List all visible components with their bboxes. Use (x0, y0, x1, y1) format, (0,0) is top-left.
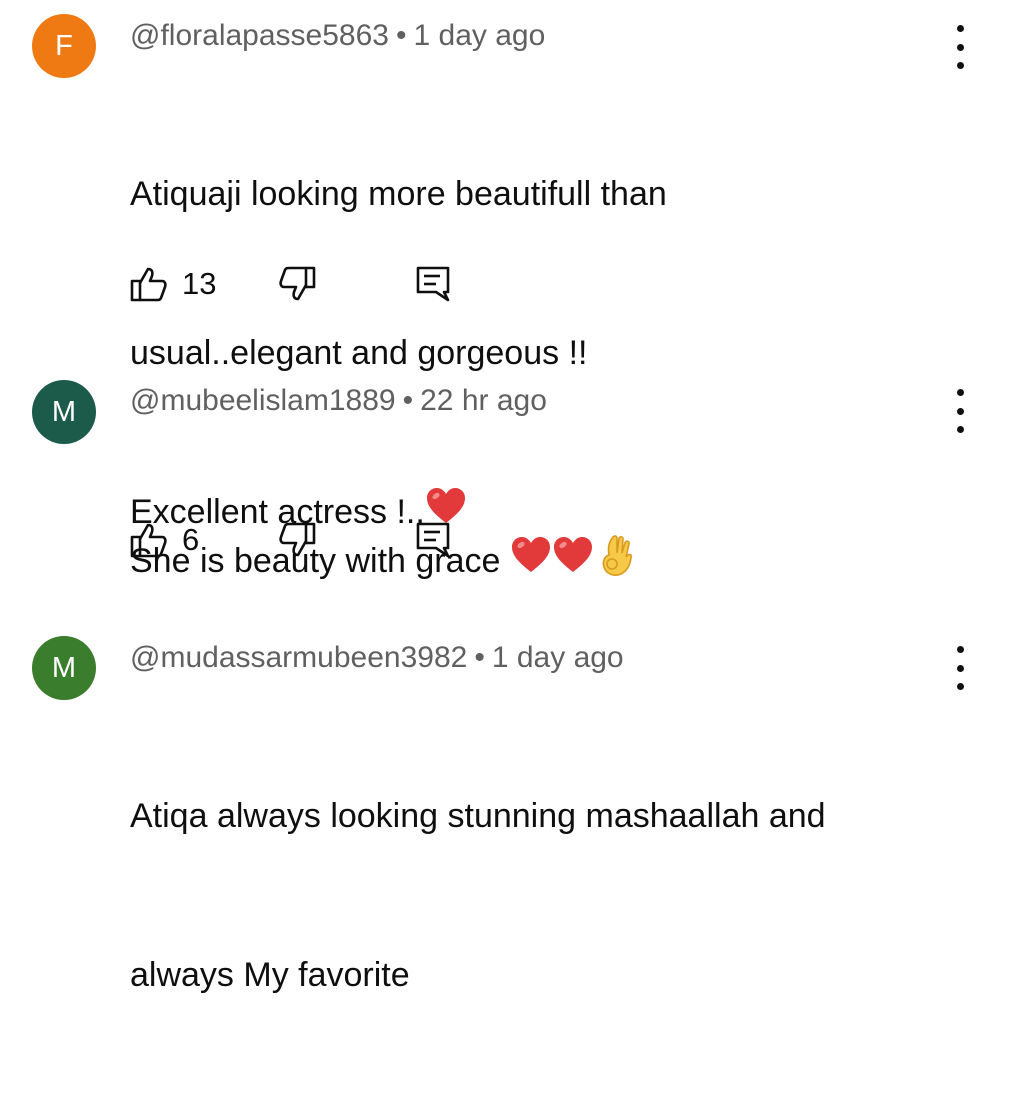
reply-icon (414, 264, 454, 304)
comment-author[interactable]: @mudassarmubeen3982 (130, 641, 467, 674)
comment-time[interactable]: 1 day ago (492, 641, 624, 674)
more-dot (956, 389, 964, 396)
comment-time[interactable]: 1 day ago (413, 19, 545, 52)
thumbs-down-icon (278, 520, 318, 560)
comment-line: Atiqa always looking stunning mashaallah… (130, 797, 826, 835)
dislike-button[interactable] (278, 262, 318, 306)
more-dot (956, 407, 964, 415)
comment-meta: @mudassarmubeen3982 • 1 day ago (130, 640, 624, 676)
more-dot (956, 25, 964, 32)
like-count: 6 (182, 522, 200, 557)
more-dot (956, 426, 964, 433)
meta-separator: • (402, 384, 414, 417)
more-dot (956, 62, 964, 69)
comment-meta: @floralapasse5863 • 1 day ago (130, 18, 545, 54)
thumbs-up-icon (128, 520, 168, 560)
meta-separator: • (395, 19, 407, 52)
more-dot (956, 646, 964, 653)
avatar[interactable]: M (32, 636, 96, 700)
dislike-button[interactable] (278, 518, 318, 562)
avatar-letter: M (51, 651, 77, 684)
avatar[interactable]: M (32, 380, 96, 444)
comment-text: Atiqa always looking stunning mashaallah… (130, 684, 930, 1108)
avatar-letter: F (55, 29, 73, 62)
like-button[interactable]: 13 (128, 262, 216, 306)
comment-time[interactable]: 22 hr ago (420, 384, 547, 417)
thumbs-up-icon (128, 264, 168, 304)
comment-meta: @mubeelislam1889 • 22 hr ago (130, 383, 547, 419)
avatar[interactable]: F (32, 14, 96, 78)
red-heart-icon (510, 535, 552, 591)
ok-hand-icon (600, 533, 634, 593)
reply-button[interactable] (414, 262, 454, 306)
comment-line: usual..elegant and gorgeous !! (130, 334, 588, 372)
like-count: 13 (182, 266, 217, 301)
comment-line: always My favorite (130, 956, 410, 994)
reply-icon (414, 520, 454, 560)
more-dot (956, 664, 964, 672)
comment-author[interactable]: @mubeelislam1889 (130, 384, 396, 417)
comment-author[interactable]: @floralapasse5863 (130, 19, 389, 52)
avatar-letter: M (51, 395, 77, 428)
meta-separator: • (474, 641, 485, 674)
more-dot (956, 43, 964, 51)
reply-button[interactable] (414, 518, 454, 562)
more-options-button[interactable] (945, 389, 975, 433)
more-options-button[interactable] (945, 25, 975, 69)
red-heart-icon (552, 535, 594, 591)
comment-line: Atiquaji looking more beautifull than (130, 175, 667, 213)
thumbs-down-icon (278, 264, 318, 304)
like-button[interactable]: 6 (128, 518, 199, 562)
more-dot (956, 683, 964, 690)
more-options-button[interactable] (945, 646, 975, 690)
comment-line: She is beauty with grace (130, 533, 930, 593)
